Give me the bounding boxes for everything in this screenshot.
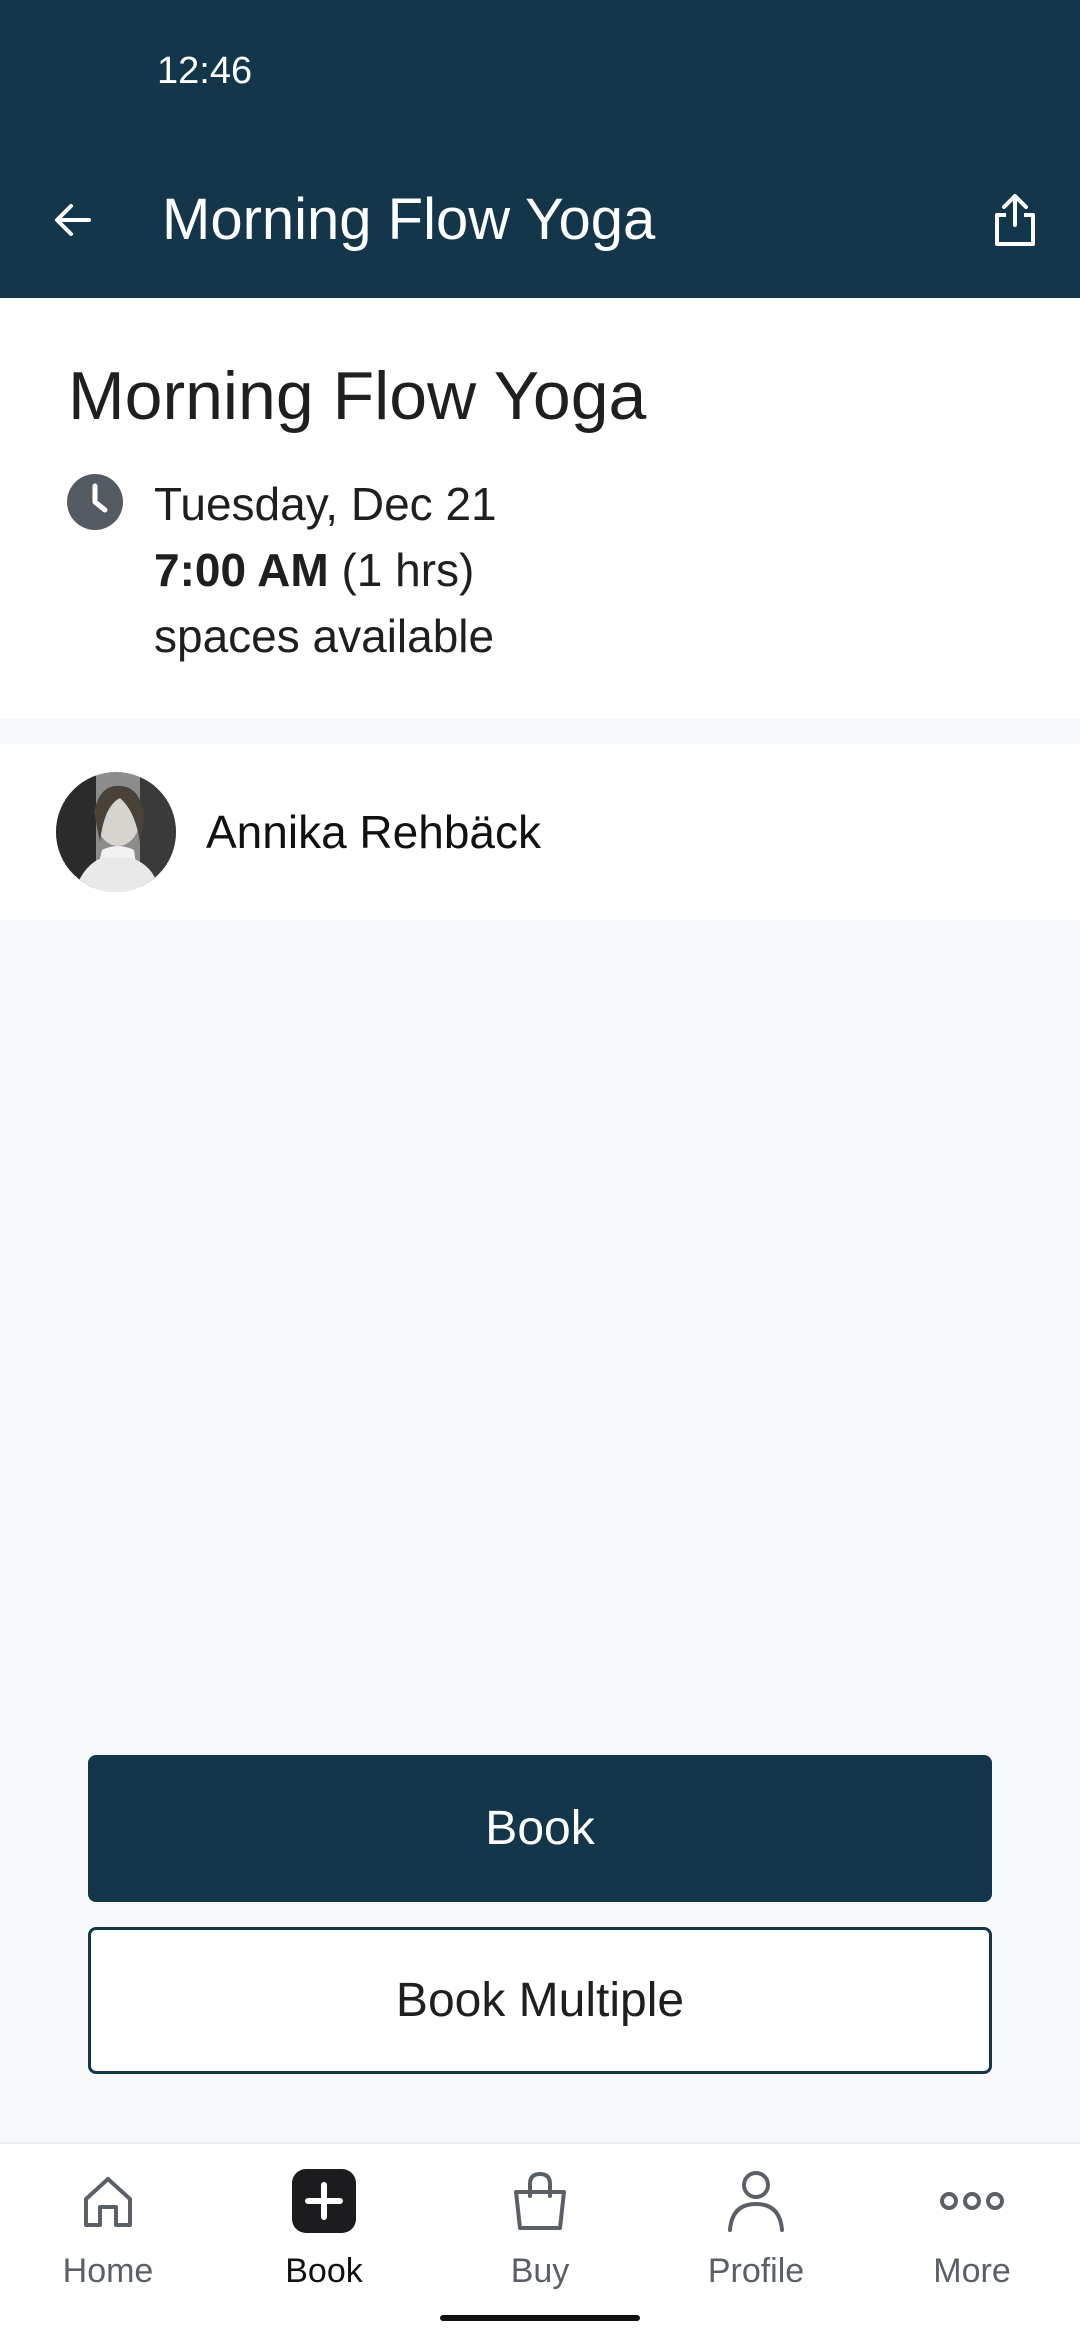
class-date: Tuesday, Dec 21 <box>154 478 497 530</box>
nav-item-book[interactable]: Book <box>216 2166 432 2316</box>
instructor-row[interactable]: Annika Rehbäck <box>0 744 1080 920</box>
nav-label-profile: Profile <box>707 2252 805 2290</box>
book-multiple-button[interactable]: Book Multiple <box>88 1927 992 2074</box>
person-icon <box>721 2166 791 2236</box>
instructor-avatar <box>56 772 176 892</box>
nav-item-more[interactable]: More <box>864 2166 1080 2316</box>
more-dots-icon <box>937 2166 1007 2236</box>
bottom-navigation: Home Book Buy Profile More <box>0 2142 1080 2340</box>
class-time: 7:00 AM (1 hrs) <box>154 542 474 598</box>
plus-icon <box>289 2166 359 2236</box>
share-icon <box>995 194 1035 246</box>
nav-item-home[interactable]: Home <box>0 2166 216 2316</box>
avatar-image <box>56 772 176 892</box>
home-indicator[interactable] <box>440 2315 640 2321</box>
home-icon <box>73 2166 143 2236</box>
class-title: Morning Flow Yoga <box>68 358 647 434</box>
app-header: 12:46 Morning Flow Yoga <box>0 0 1080 298</box>
shopping-bag-icon <box>505 2166 575 2236</box>
class-details-card: Morning Flow Yoga Tuesday, Dec 21 7:00 A… <box>0 298 1080 718</box>
nav-item-profile[interactable]: Profile <box>648 2166 864 2316</box>
back-button[interactable] <box>38 185 108 255</box>
share-button[interactable] <box>980 185 1050 255</box>
booking-screen: 12:46 Morning Flow Yoga Morning Flow Yog… <box>0 0 1080 2340</box>
instructor-name: Annika Rehbäck <box>206 806 541 858</box>
class-duration: (1 hrs) <box>328 544 475 596</box>
nav-label-home: Home <box>62 2252 154 2290</box>
clock-icon <box>67 474 123 530</box>
status-bar-time: 12:46 <box>157 50 253 92</box>
nav-label-more: More <box>933 2252 1011 2290</box>
nav-label-buy: Buy <box>510 2252 570 2290</box>
nav-item-buy[interactable]: Buy <box>432 2166 648 2316</box>
book-button[interactable]: Book <box>88 1755 992 1902</box>
class-start-time: 7:00 AM <box>154 544 329 596</box>
arrow-left-icon <box>55 204 91 236</box>
header-title: Morning Flow Yoga <box>162 187 656 252</box>
nav-label-book: Book <box>285 2252 363 2290</box>
spaces-available: spaces available <box>154 610 495 662</box>
